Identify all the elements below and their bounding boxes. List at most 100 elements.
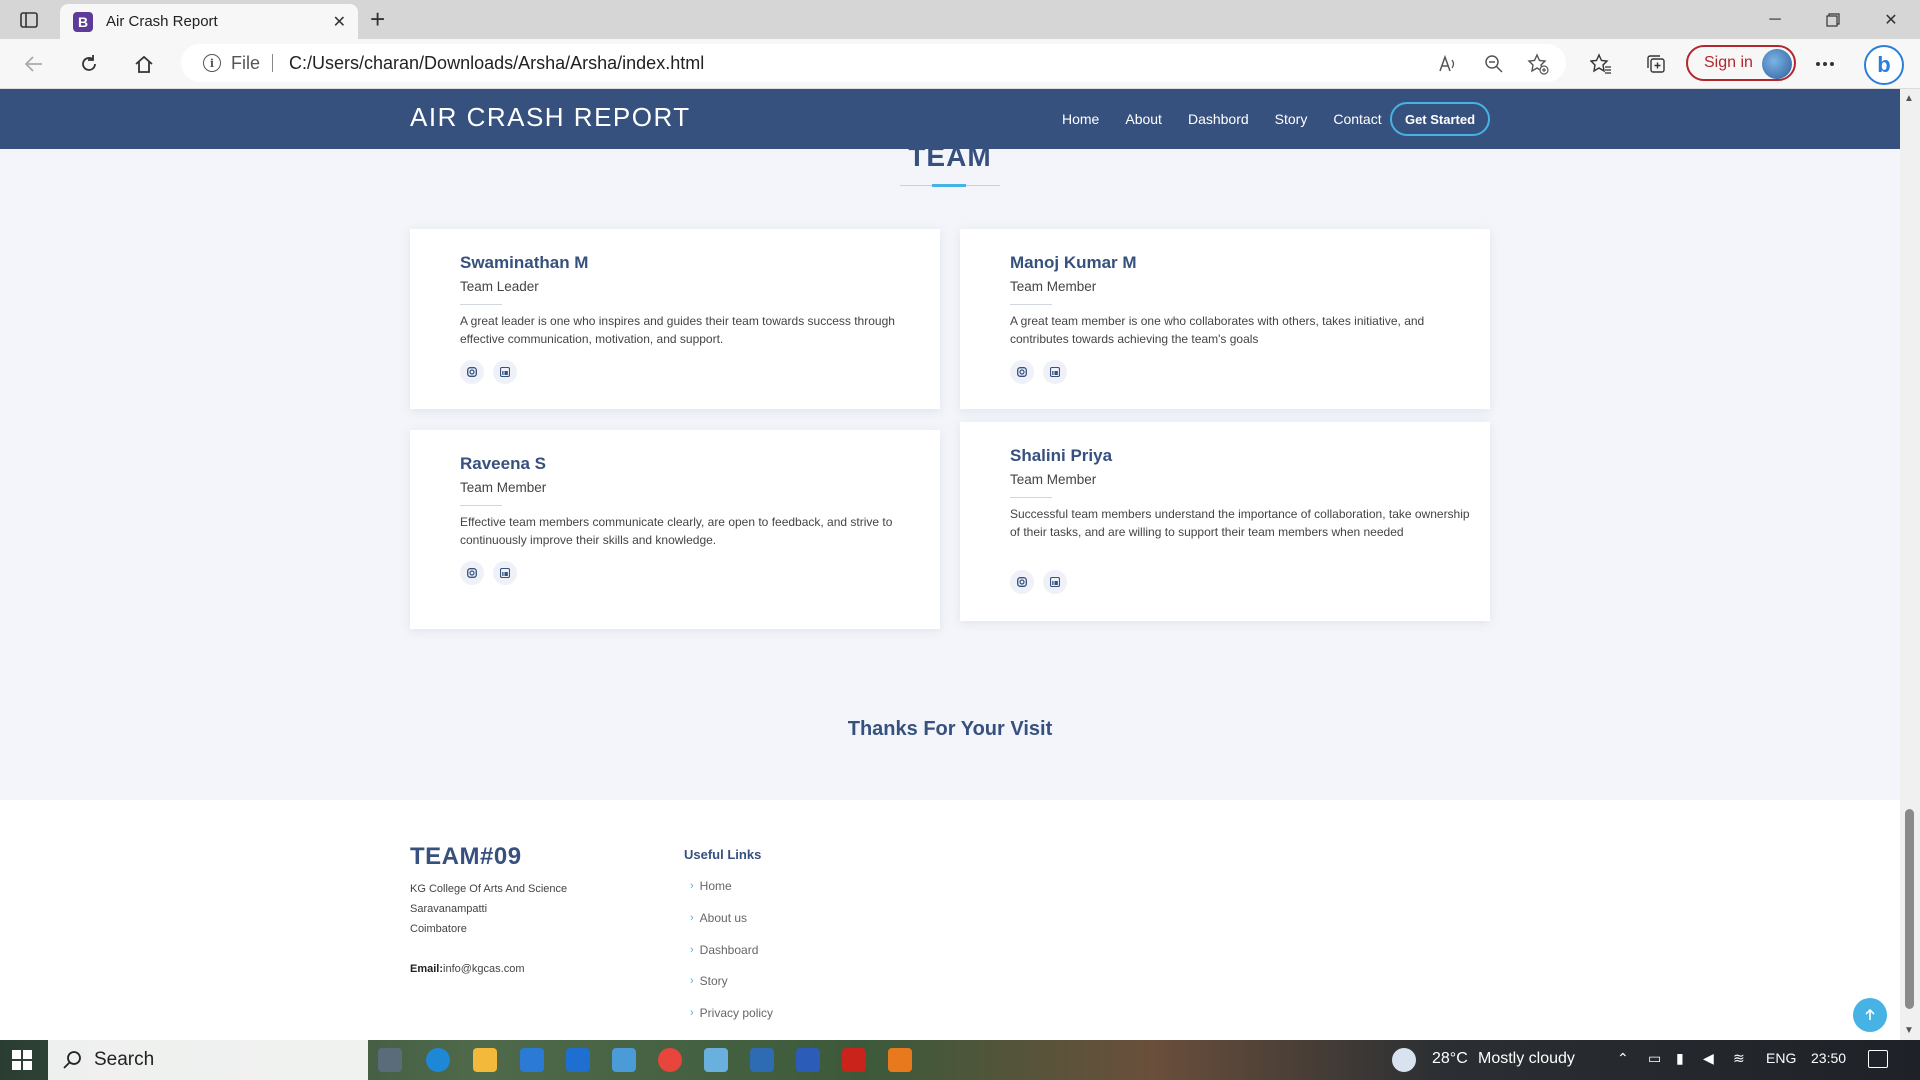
battery-icon[interactable]: ▮	[1676, 1050, 1684, 1067]
nav-dashboard[interactable]: Dashbord	[1188, 111, 1249, 127]
footer-link-label: Privacy policy	[699, 1006, 774, 1020]
sign-in-label: Sign in	[1704, 54, 1753, 71]
footer-email-value[interactable]: info@kgcas.com	[443, 963, 524, 975]
scroll-down-icon[interactable]: ▼	[1904, 1025, 1914, 1036]
footer-link-label: Dashboard	[699, 943, 759, 957]
team-member-card: Manoj Kumar M Team Member A great team m…	[960, 229, 1490, 409]
notifications-icon[interactable]	[1868, 1050, 1888, 1068]
footer-email: Email:info@kgcas.com	[410, 963, 525, 975]
home-icon[interactable]	[130, 50, 158, 78]
main-nav: Home About Dashbord Story Contact	[1062, 89, 1408, 149]
instagram-icon[interactable]	[1010, 360, 1034, 384]
windows-taskbar: Search 28°C Mostly cloudy ⌃ ▭ ▮ ◀ ≋ ENG …	[0, 1040, 1920, 1080]
more-options-icon[interactable]	[1811, 50, 1839, 78]
add-favorite-icon[interactable]	[1527, 53, 1549, 75]
address-bar[interactable]: i File C:/Users/charan/Downloads/Arsha/A…	[181, 44, 1566, 82]
scroll-up-icon[interactable]: ▲	[1904, 93, 1914, 104]
wifi-icon[interactable]: ≋	[1733, 1050, 1745, 1067]
nav-home[interactable]: Home	[1062, 111, 1099, 127]
chevron-right-icon: ›	[690, 1007, 694, 1019]
nav-about[interactable]: About	[1125, 111, 1162, 127]
instagram-icon[interactable]	[1010, 570, 1034, 594]
footer-link-home[interactable]: › Home	[690, 879, 732, 893]
notes-icon[interactable]	[704, 1048, 728, 1072]
linkedin-icon[interactable]	[1043, 360, 1067, 384]
tab-actions-icon[interactable]	[16, 7, 42, 33]
team-member-card: Shalini Priya Team Member Successful tea…	[960, 422, 1490, 621]
footer-link-label: Story	[699, 974, 728, 988]
acrobat-icon[interactable]	[842, 1048, 866, 1072]
volume-icon[interactable]: ◀	[1703, 1050, 1714, 1067]
collections-icon[interactable]	[1642, 50, 1670, 78]
footer-email-label: Email:	[410, 963, 444, 975]
new-tab-icon[interactable]: +	[370, 6, 385, 32]
refresh-icon[interactable]	[75, 50, 103, 78]
member-description: Effective team members communicate clear…	[460, 515, 893, 547]
linkedin-icon[interactable]	[493, 561, 517, 585]
weather-cloud-icon[interactable]	[1392, 1048, 1416, 1072]
clock-time[interactable]: 23:50	[1811, 1050, 1846, 1066]
browser-tab[interactable]: B Air Crash Report ✕	[60, 4, 358, 39]
address-url[interactable]: C:/Users/charan/Downloads/Arsha/Arsha/in…	[289, 53, 704, 74]
taskbar-search[interactable]: Search	[48, 1040, 368, 1080]
back-to-top-button[interactable]	[1853, 998, 1887, 1032]
camera-tray-icon[interactable]: ▭	[1648, 1050, 1661, 1067]
linkedin-icon[interactable]	[493, 360, 517, 384]
sign-in-button[interactable]: Sign in	[1686, 45, 1796, 81]
site-favicon-icon: B	[73, 11, 93, 32]
site-logo[interactable]: AIR CRASH REPORT	[410, 102, 691, 133]
windows-start-icon[interactable]	[12, 1050, 32, 1070]
footer-link-about[interactable]: › About us	[690, 911, 747, 925]
mail-icon[interactable]	[520, 1048, 544, 1072]
useful-links-title: Useful Links	[684, 847, 762, 862]
address-scheme-label: File	[231, 52, 261, 73]
member-role: Team Member	[1010, 279, 1097, 294]
footer-link-label: Home	[699, 879, 732, 893]
back-arrow-icon[interactable]	[20, 50, 48, 78]
get-started-button[interactable]: Get Started	[1390, 102, 1490, 136]
footer-link-dashboard[interactable]: › Dashboard	[690, 943, 758, 957]
language-indicator[interactable]: ENG	[1766, 1050, 1796, 1066]
footer-link-privacy[interactable]: › Privacy policy	[690, 1006, 773, 1020]
member-divider	[460, 505, 502, 506]
nav-contact[interactable]: Contact	[1333, 111, 1381, 127]
window-close-icon[interactable]: ✕	[1868, 6, 1914, 34]
tab-close-icon[interactable]: ✕	[333, 12, 346, 32]
bing-copilot-icon[interactable]: b	[1864, 45, 1904, 85]
zoom-out-icon[interactable]	[1483, 53, 1505, 75]
site-info-icon[interactable]: i	[203, 54, 221, 72]
member-name: Manoj Kumar M	[1010, 253, 1137, 272]
restore-icon[interactable]	[1810, 6, 1856, 34]
instagram-icon[interactable]	[460, 360, 484, 384]
favorites-icon[interactable]	[1587, 50, 1615, 78]
minimize-icon[interactable]: ─	[1752, 6, 1798, 34]
nav-story[interactable]: Story	[1275, 111, 1308, 127]
weather-temperature[interactable]: 28°C	[1432, 1050, 1468, 1068]
file-explorer-icon[interactable]	[473, 1048, 497, 1072]
read-aloud-icon[interactable]	[1437, 53, 1459, 75]
photos-icon[interactable]	[750, 1048, 774, 1072]
network-app-icon[interactable]	[612, 1048, 636, 1072]
sublime-icon[interactable]	[888, 1048, 912, 1072]
word-icon[interactable]	[796, 1048, 820, 1072]
footer-link-story[interactable]: › Story	[690, 974, 728, 988]
tray-chevron-up-icon[interactable]: ⌃	[1617, 1050, 1629, 1067]
task-view-icon[interactable]	[378, 1048, 402, 1072]
chevron-right-icon: ›	[690, 912, 694, 924]
member-divider	[1010, 304, 1052, 305]
linkedin-icon[interactable]	[1043, 570, 1067, 594]
footer-address-line: Coimbatore	[410, 923, 467, 935]
footer-address-line: Saravanampatti	[410, 903, 488, 915]
page-viewport: AIR CRASH REPORT Home About Dashbord Sto…	[0, 89, 1900, 1040]
thanks-message: Thanks For Your Visit	[847, 718, 1053, 740]
store-icon[interactable]	[566, 1048, 590, 1072]
chevron-right-icon: ›	[690, 975, 694, 987]
scrollbar-thumb[interactable]	[1905, 809, 1914, 1009]
browser-toolbar: i File C:/Users/charan/Downloads/Arsha/A…	[0, 39, 1920, 89]
chrome-icon[interactable]	[658, 1048, 682, 1072]
weather-condition[interactable]: Mostly cloudy	[1478, 1050, 1575, 1068]
edge-icon[interactable]	[426, 1048, 450, 1072]
team-member-card: Raveena S Team Member Effective team mem…	[410, 430, 940, 629]
page-scrollbar[interactable]: ▲ ▼	[1900, 89, 1920, 1040]
instagram-icon[interactable]	[460, 561, 484, 585]
